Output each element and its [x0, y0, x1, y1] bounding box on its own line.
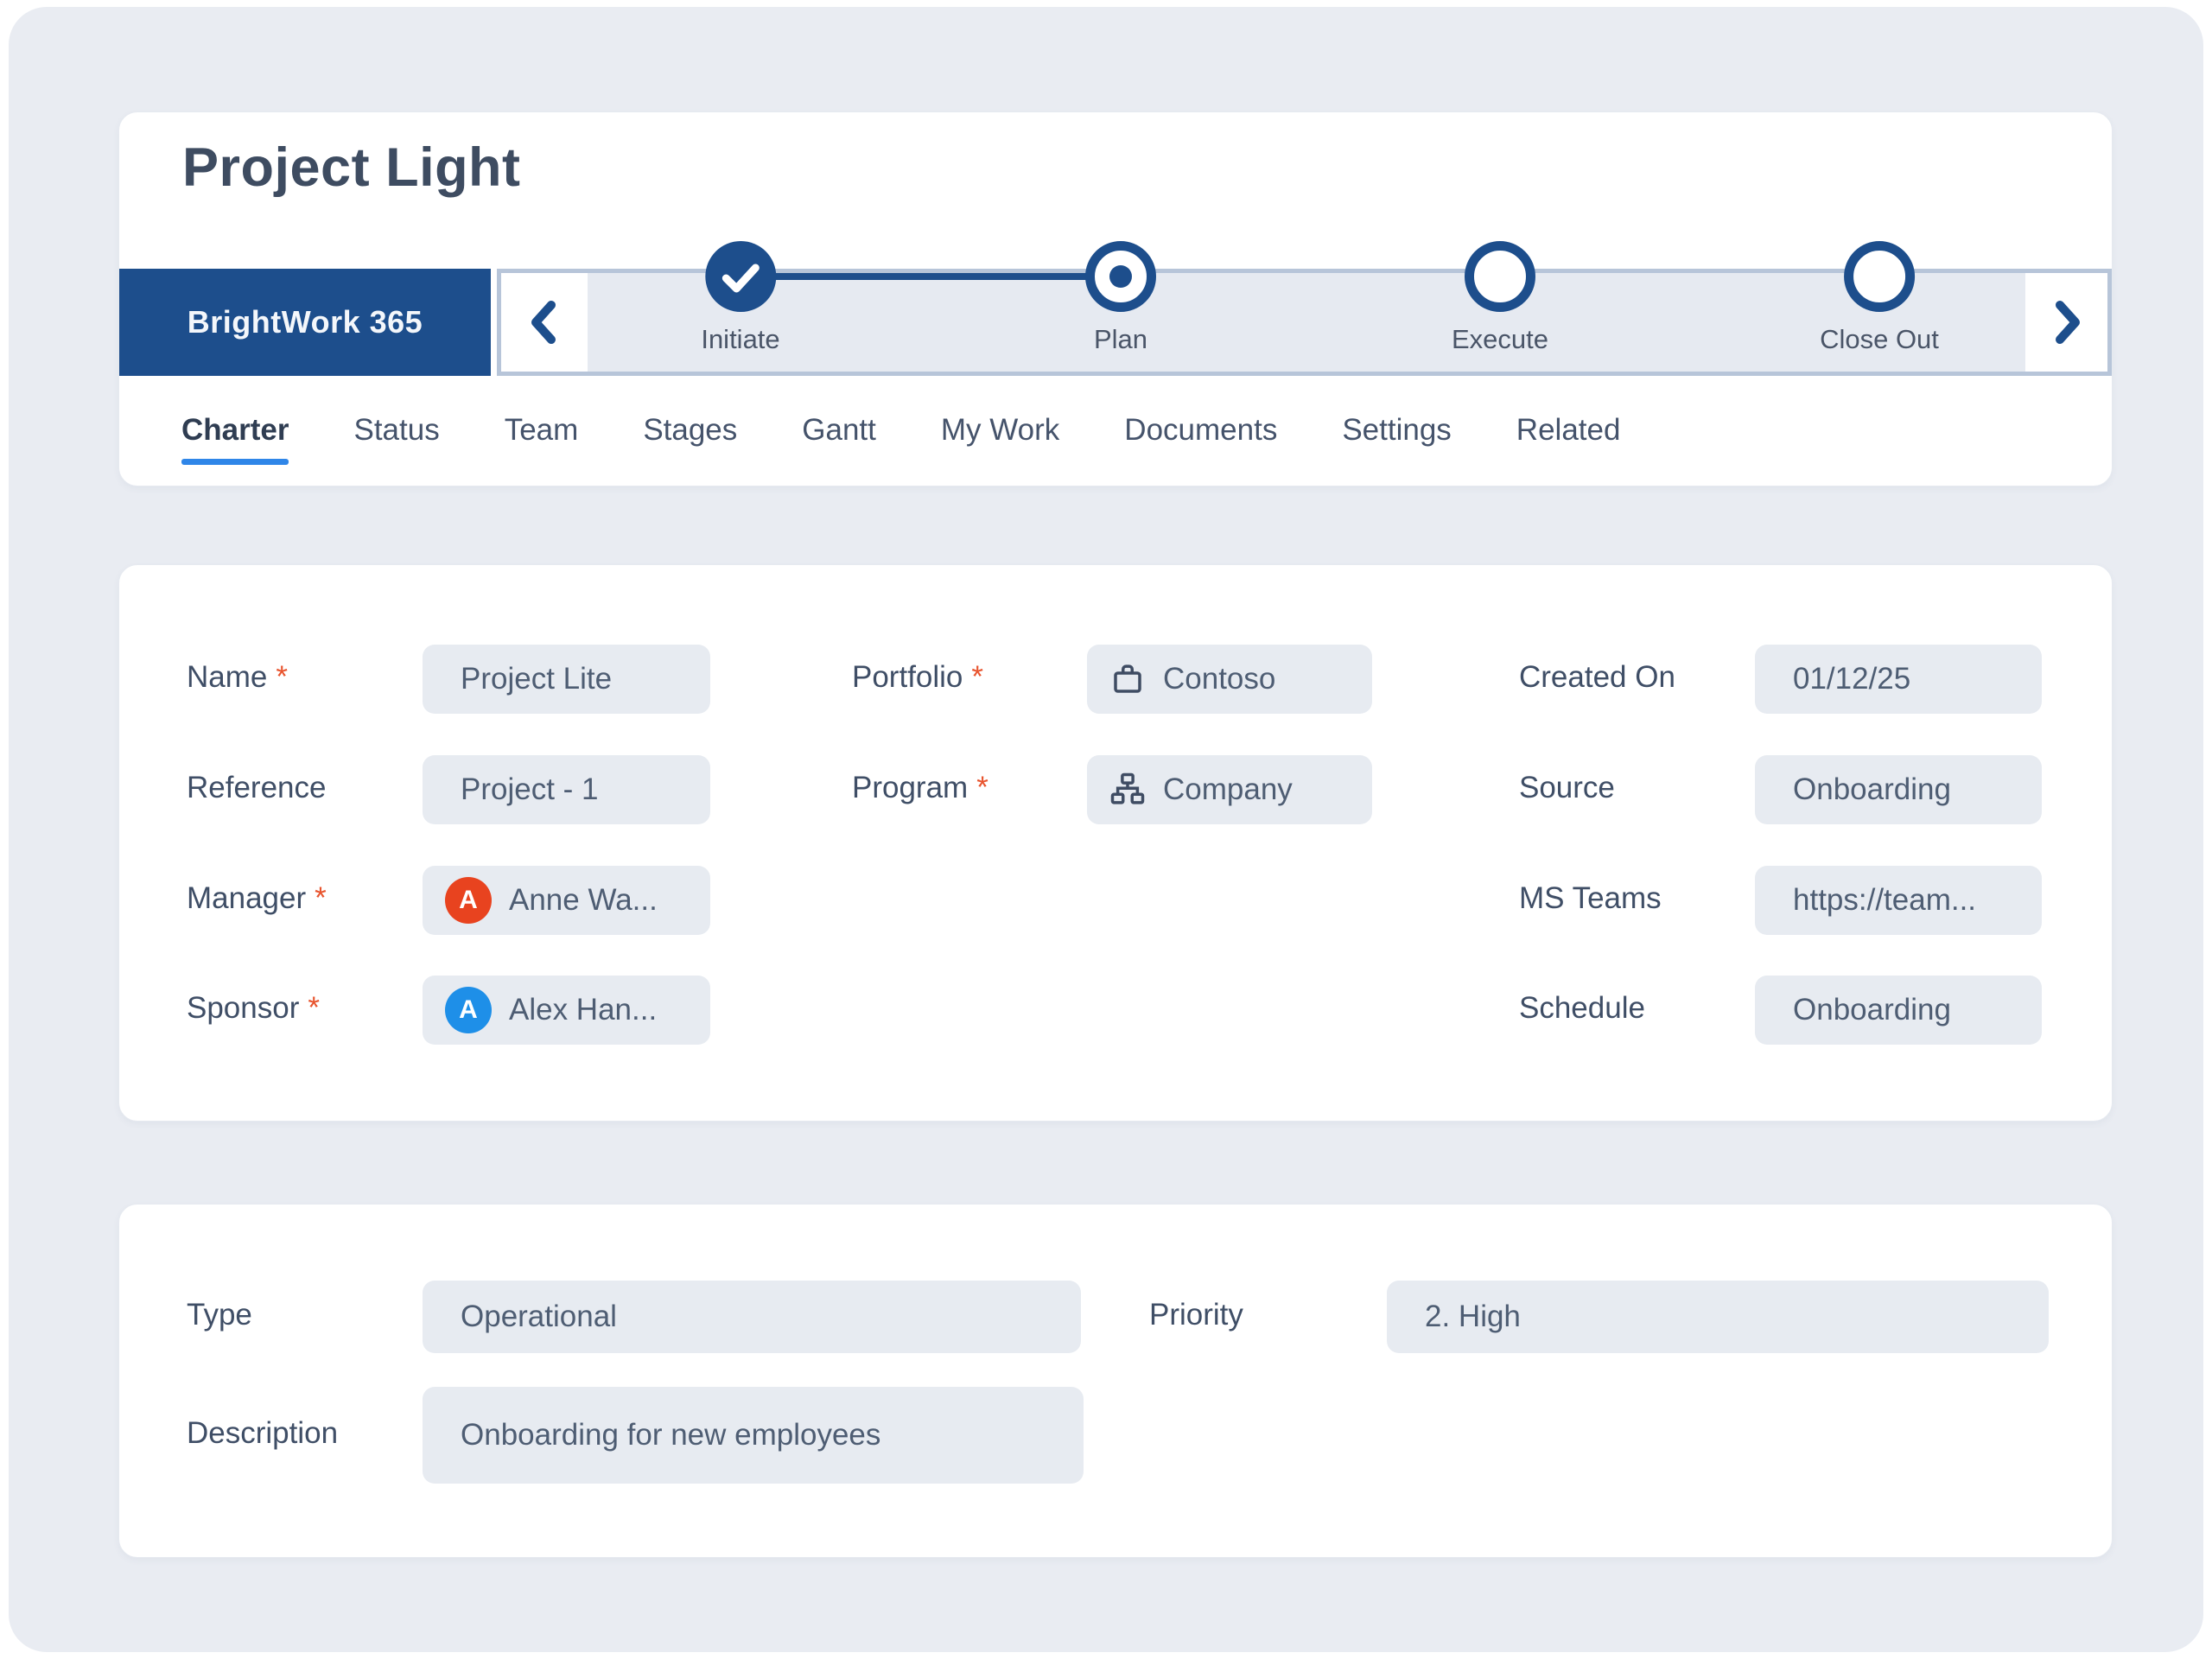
field-value-sponsor[interactable]: A Alex Han...	[423, 976, 710, 1045]
stage-complete-marker	[705, 241, 776, 312]
tab-label: Related	[1516, 413, 1621, 448]
field-value-portfolio[interactable]: Contoso	[1087, 645, 1372, 714]
field-value-schedule[interactable]: Onboarding	[1755, 976, 2042, 1045]
required-marker: *	[276, 660, 288, 694]
stage-upcoming-marker	[1465, 241, 1535, 312]
tab-bar: Charter Status Team Stages Gantt	[181, 413, 1620, 465]
stage-progress-region: BrightWork 365	[119, 269, 2112, 376]
field-label-created-on: Created On	[1519, 660, 1675, 695]
tab-charter[interactable]: Charter	[181, 413, 289, 465]
tab-label: Team	[505, 413, 579, 448]
active-tab-underline	[181, 459, 289, 465]
stage-execute[interactable]: Execute	[1452, 241, 1548, 355]
stage-label: Initiate	[701, 324, 779, 355]
field-label-name: Name*	[187, 660, 288, 695]
required-marker: *	[976, 771, 988, 804]
tab-documents[interactable]: Documents	[1124, 413, 1277, 465]
field-value-source[interactable]: Onboarding	[1755, 755, 2042, 824]
tab-label: My Work	[941, 413, 1059, 448]
manager-avatar: A	[445, 877, 492, 924]
tab-related[interactable]: Related	[1516, 413, 1621, 465]
page-title: Project Light	[182, 137, 521, 199]
field-value-reference[interactable]: Project - 1	[423, 755, 710, 824]
tab-stages[interactable]: Stages	[643, 413, 737, 465]
field-label-sponsor: Sponsor*	[187, 991, 320, 1026]
header-card: Project Light BrightWork 365	[118, 111, 2113, 486]
tab-label: Stages	[643, 413, 737, 448]
stage-bar: Initiate Plan Execute Close	[497, 269, 2112, 376]
stage-label: Close Out	[1820, 324, 1939, 355]
required-marker: *	[315, 881, 327, 915]
field-label-program: Program*	[852, 771, 988, 805]
page: Project Light BrightWork 365	[0, 0, 2212, 1659]
field-label-source: Source	[1519, 771, 1615, 805]
field-value-program[interactable]: Company	[1087, 755, 1372, 824]
tab-gantt[interactable]: Gantt	[802, 413, 876, 465]
required-marker: *	[308, 991, 320, 1025]
stage-plan[interactable]: Plan	[1085, 241, 1156, 355]
tab-label: Settings	[1342, 413, 1451, 448]
stage-nav-back-button[interactable]	[501, 273, 588, 372]
stage-upcoming-marker	[1844, 241, 1915, 312]
details-card: Type Operational Priority 2. High Descri…	[118, 1204, 2113, 1558]
tab-label: Charter	[181, 413, 289, 448]
tab-my-work[interactable]: My Work	[941, 413, 1059, 465]
field-label-description: Description	[187, 1416, 338, 1451]
app-background: Project Light BrightWork 365	[9, 7, 2203, 1652]
field-label-portfolio: Portfolio*	[852, 660, 983, 695]
stage-current-dot	[1109, 265, 1132, 288]
stage-label: Plan	[1094, 324, 1147, 355]
field-label-schedule: Schedule	[1519, 991, 1645, 1026]
field-label-reference: Reference	[187, 771, 326, 805]
tab-settings[interactable]: Settings	[1342, 413, 1451, 465]
field-value-name[interactable]: Project Lite	[423, 645, 710, 714]
field-value-created-on[interactable]: 01/12/25	[1755, 645, 2042, 714]
stage-connector-line	[741, 273, 1121, 280]
tab-status[interactable]: Status	[353, 413, 439, 465]
org-chart-icon	[1109, 772, 1146, 808]
field-value-type[interactable]: Operational	[423, 1281, 1081, 1353]
charter-form-card: Name* Project Lite Reference Project - 1…	[118, 564, 2113, 1122]
briefcase-icon	[1109, 661, 1146, 697]
required-marker: *	[971, 660, 983, 694]
stage-close-out[interactable]: Close Out	[1820, 241, 1939, 355]
tab-label: Documents	[1124, 413, 1277, 448]
field-label-manager: Manager*	[187, 881, 327, 916]
field-label-ms-teams: MS Teams	[1519, 881, 1662, 916]
brand-badge: BrightWork 365	[119, 269, 491, 376]
stage-current-marker	[1085, 241, 1156, 312]
tab-label: Status	[353, 413, 439, 448]
stage-nav-forward-button[interactable]	[2025, 273, 2107, 372]
tab-label: Gantt	[802, 413, 876, 448]
chevron-left-icon	[525, 296, 563, 348]
stage-label: Execute	[1452, 324, 1548, 355]
check-icon	[706, 242, 775, 311]
stage-strip	[588, 273, 2025, 372]
stage-initiate[interactable]: Initiate	[701, 241, 779, 355]
tab-team[interactable]: Team	[505, 413, 579, 465]
field-value-description[interactable]: Onboarding for new employees	[423, 1387, 1084, 1484]
field-value-priority[interactable]: 2. High	[1387, 1281, 2049, 1353]
chevron-right-icon	[2048, 296, 2086, 348]
field-value-manager[interactable]: A Anne Wa...	[423, 866, 710, 935]
field-label-priority: Priority	[1149, 1298, 1243, 1332]
field-label-type: Type	[187, 1298, 252, 1332]
field-value-ms-teams[interactable]: https://team...	[1755, 866, 2042, 935]
sponsor-avatar: A	[445, 987, 492, 1033]
